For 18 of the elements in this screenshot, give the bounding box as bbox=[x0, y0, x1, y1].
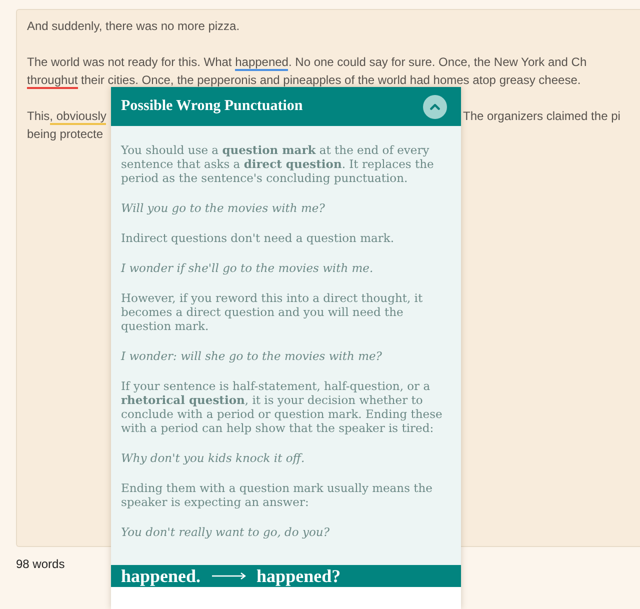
popup-title: Possible Wrong Punctuation bbox=[121, 98, 303, 115]
text-line: And suddenly, there was no more pizza. bbox=[27, 19, 240, 33]
explanation-text: You should use a question mark at the end of every sentence that asks a direct question. It replaces the period as the sentence's concluding punctuation. bbox=[121, 143, 435, 185]
explanation-text: However, if you reword this into a direct thought, it becomes a direct question and you will need the question mark. bbox=[121, 291, 424, 333]
example-sentence: Why don't you kids knock it off. bbox=[121, 451, 306, 465]
example-sentence: I wonder: will she go to the movies with me? bbox=[121, 349, 383, 363]
text-line: The organizers claimed the pi bbox=[463, 108, 622, 125]
text-line: being protecte bbox=[27, 127, 104, 141]
example-sentence: You don't really want to go, do you? bbox=[121, 525, 330, 539]
explanation-text: Ending them with a question mark usually means the speaker is expecting an answer: bbox=[121, 481, 434, 509]
explanation-text: If your sentence is half-statement, half-question, or a rhetorical question, it is your decision whether to conclude with a period or question mark. Ending these with a period can help show that the speaker is tired: bbox=[121, 379, 444, 435]
example-sentence: I wonder if she'll go to the movies with me. bbox=[121, 261, 374, 275]
example-sentence: Will you go to the movies with me? bbox=[121, 201, 326, 215]
text-line: throughut their cities. Once, the pepperonis and pineapples of the world had homes atop greasy cheese. bbox=[27, 73, 581, 89]
text-line: The world was not ready for this. What happened. No one could say for sure. Once, the New York and Ch bbox=[27, 55, 587, 71]
explanation-text: Indirect questions don't need a question mark. bbox=[121, 231, 395, 245]
word-count: 98 words bbox=[16, 556, 65, 573]
text-line: This, obviously bbox=[27, 108, 108, 125]
